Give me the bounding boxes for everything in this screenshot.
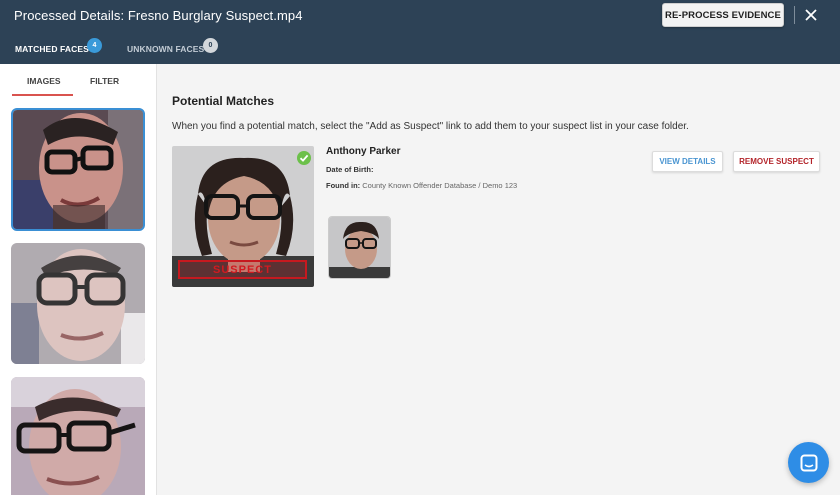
instructions-text: When you find a potential match, select … [172, 121, 689, 132]
found-in-value: County Known Offender Database / Demo 12… [362, 181, 518, 190]
close-button[interactable] [801, 5, 821, 25]
tab-unknown-faces[interactable]: UNKNOWN FACES [127, 44, 204, 54]
subtab-filter[interactable]: FILTER [90, 76, 119, 86]
found-in-label: Found in: [326, 181, 361, 190]
left-panel: IMAGES FILTER [0, 64, 157, 495]
chat-button[interactable] [788, 442, 829, 483]
found-in-line: Found in: County Known Offender Database… [326, 181, 517, 190]
check-icon [297, 151, 311, 165]
active-subtab-indicator [12, 94, 73, 96]
view-details-button[interactable]: VIEW DETAILS [652, 151, 723, 172]
face-thumbnail[interactable] [11, 377, 145, 495]
unknown-faces-count-badge: 0 [203, 38, 218, 53]
tab-matched-faces[interactable]: MATCHED FACES [15, 44, 89, 54]
suspect-stamp: SUSPECT [178, 260, 307, 279]
match-name: Anthony Parker [326, 146, 401, 157]
face-thumbnail[interactable] [11, 108, 145, 231]
match-photo-thumbnail[interactable] [328, 216, 391, 279]
close-icon [805, 9, 817, 21]
reprocess-evidence-button[interactable]: RE-PROCESS EVIDENCE [662, 3, 784, 27]
matched-faces-count-badge: 4 [87, 38, 102, 53]
chat-icon [800, 454, 817, 471]
remove-suspect-button[interactable]: REMOVE SUSPECT [733, 151, 820, 172]
app-header: Processed Details: Fresno Burglary Suspe… [0, 0, 840, 64]
subtab-images[interactable]: IMAGES [27, 76, 61, 86]
date-of-birth-label: Date of Birth: [326, 165, 374, 174]
section-heading: Potential Matches [172, 94, 275, 108]
face-thumbnail[interactable] [11, 243, 145, 364]
page-title: Processed Details: Fresno Burglary Suspe… [14, 8, 303, 23]
header-divider [794, 6, 795, 24]
